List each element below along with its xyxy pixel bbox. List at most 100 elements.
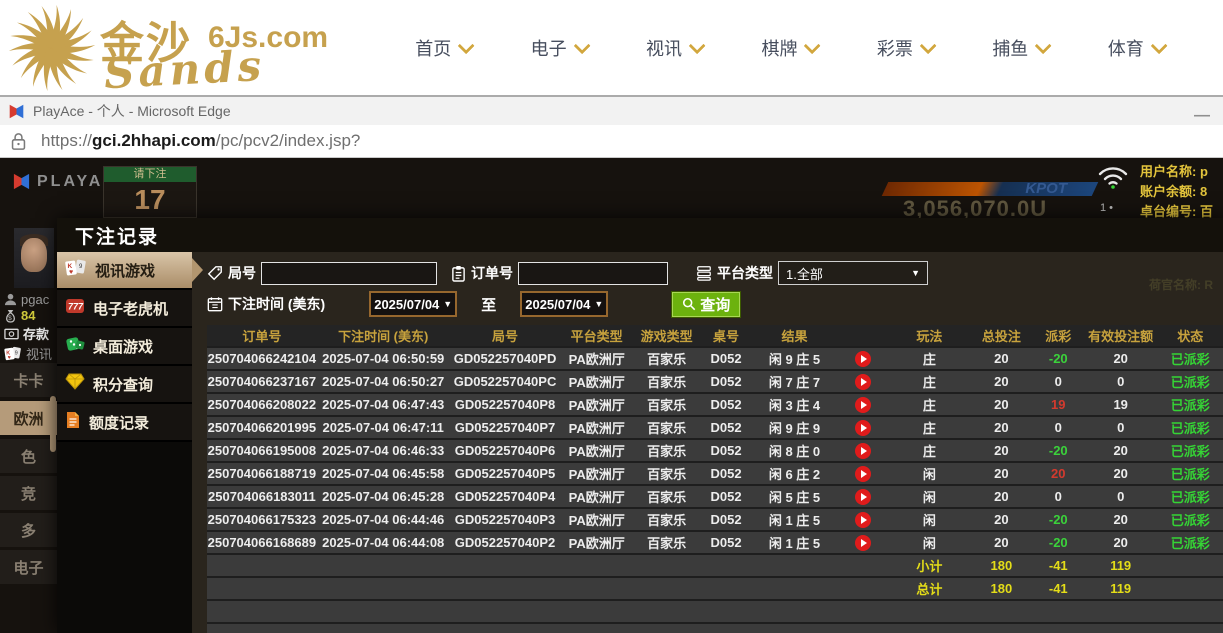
cell-table-no: D052: [700, 416, 751, 439]
col-header-10: 总投注: [970, 325, 1032, 347]
bet-time-label-wrap: 下注时间 (美东): [207, 294, 325, 314]
cell-round-no: GD052257040P5: [450, 462, 561, 485]
play-video-button[interactable]: [855, 443, 871, 459]
cell-valid-bet: 19: [1084, 393, 1158, 416]
sidebar-item-4[interactable]: 积分查询: [57, 366, 192, 404]
sidebar-item-1[interactable]: 9K♥视讯游戏: [57, 252, 192, 290]
banknote-icon: [4, 328, 19, 340]
cell-table-no: D052: [700, 439, 751, 462]
play-video-button[interactable]: [855, 466, 871, 482]
lobby-tab-6: 电子: [0, 550, 57, 584]
lock-icon: [10, 132, 27, 151]
search-button[interactable]: 查询: [672, 292, 740, 317]
order-no-input[interactable]: [518, 262, 668, 285]
bet-records-panel: 下注记录 9K♥视讯游戏777电子老虎机桌面游戏积分查询额度记录 荷官名称: R…: [57, 218, 1223, 633]
cell-game-type: 百家乐: [633, 347, 700, 370]
cell-bet-time: 2025-07-04 06:46:33: [317, 439, 450, 462]
sidebar-item-5[interactable]: 额度记录: [57, 404, 192, 442]
cell-table-no: D052: [700, 462, 751, 485]
subtotal-label: 小计: [889, 554, 971, 577]
lobby-left-menu: pgac $ 84 存款 9K♥ 视讯 卡卡欧洲色竞多电子: [0, 158, 57, 633]
cell-game-type: 百家乐: [633, 462, 700, 485]
table-row: 2507040662371672025-07-04 06:50:27GD0522…: [207, 370, 1223, 393]
dice-icon: [65, 335, 85, 358]
platform-type-select[interactable]: 1.全部 ▼: [778, 261, 928, 285]
svg-text:♥: ♥: [69, 269, 73, 276]
user-info: 用户名称: p账户余额: 8卓台编号: 百: [1140, 161, 1213, 220]
sidebar-item-label: 积分查询: [93, 374, 153, 395]
play-video-button[interactable]: [855, 397, 871, 413]
order-no-label-wrap: 订单号: [451, 263, 513, 283]
cell-bet-on: 庄: [889, 439, 971, 462]
edge-urlbar[interactable]: https://gci.2hhapi.com/pc/pcv2/index.jsp…: [0, 125, 1223, 158]
cell-valid-bet: 20: [1084, 439, 1158, 462]
cell-payout: -20: [1033, 508, 1084, 531]
cell-payout: -20: [1033, 347, 1084, 370]
col-header-3: 局号: [450, 325, 561, 347]
col-header-5: 游戏类型: [633, 325, 700, 347]
play-video-button[interactable]: [855, 351, 871, 367]
play-video-button[interactable]: [855, 374, 871, 390]
cell-status: 已派彩: [1157, 393, 1223, 416]
cell-game-type: 百家乐: [633, 485, 700, 508]
sidebar-item-3[interactable]: 桌面游戏: [57, 328, 192, 366]
cell-bet-time: 2025-07-04 06:50:59: [317, 347, 450, 370]
cell-video: [837, 347, 888, 370]
minimize-button[interactable]: —: [1189, 107, 1215, 125]
play-video-button[interactable]: [855, 420, 871, 436]
cell-total-bet: 20: [970, 393, 1032, 416]
cell-game-type: 百家乐: [633, 439, 700, 462]
cell-result: 闲 6 庄 2: [752, 462, 838, 485]
address-url[interactable]: https://gci.2hhapi.com/pc/pcv2/index.jsp…: [41, 131, 360, 151]
play-video-button[interactable]: [855, 489, 871, 505]
sidebar-item-2[interactable]: 777电子老虎机: [57, 290, 192, 328]
cards-icon: 9K♥: [65, 259, 87, 282]
sands-sun-icon: [6, 4, 98, 92]
col-header-1: 订单号: [207, 325, 317, 347]
nav-item-4[interactable]: 棋牌: [761, 35, 816, 61]
cell-order-no: 250704066237167: [207, 370, 317, 393]
logo-text: 金沙 6Js.com Sands: [100, 5, 325, 91]
sidebar-item-label: 额度记录: [89, 412, 149, 433]
cell-status: 已派彩: [1157, 347, 1223, 370]
nav-item-5[interactable]: 彩票: [877, 35, 932, 61]
round-no-input[interactable]: [261, 262, 437, 285]
cell-round-no: GD052257040P6: [450, 439, 561, 462]
panel-content: 荷官名称: R 局号 订单号: [192, 252, 1223, 633]
date-to-picker[interactable]: 2025/07/04▼: [520, 291, 608, 317]
cell-result: 闲 3 庄 4: [752, 393, 838, 416]
wifi-icon: [1096, 162, 1130, 190]
play-video-button[interactable]: [855, 512, 871, 528]
cell-video: [837, 393, 888, 416]
total-payout: -41: [1033, 577, 1084, 600]
nav-item-1[interactable]: 首页: [415, 35, 470, 61]
nav-item-2[interactable]: 电子: [531, 35, 586, 61]
filter-row-1: 局号 订单号: [207, 260, 1223, 286]
nav-item-6[interactable]: 捕鱼: [992, 35, 1047, 61]
cell-empty: [560, 554, 632, 577]
date-from-picker[interactable]: 2025/07/04▼: [369, 291, 457, 317]
sidebar-item-label: 电子老虎机: [93, 298, 168, 319]
cell-valid-bet: 20: [1084, 531, 1158, 554]
cell-video: [837, 531, 888, 554]
cell-valid-bet: 0: [1084, 416, 1158, 439]
cell-empty: [560, 577, 632, 600]
cell-bet-time: 2025-07-04 06:44:46: [317, 508, 450, 531]
sidebar-item-label: 桌面游戏: [93, 336, 153, 357]
clipboard-icon: [451, 265, 466, 282]
nav-item-7[interactable]: 体育: [1108, 35, 1163, 61]
cell-platform: PA欧洲厅: [560, 485, 632, 508]
col-header-7: 结果: [752, 325, 838, 347]
platform-type-label-wrap: 平台类型: [696, 263, 773, 283]
panel-sidebar: 9K♥视讯游戏777电子老虎机桌面游戏积分查询额度记录: [57, 252, 192, 633]
nav-label: 棋牌: [761, 35, 797, 61]
site-logo[interactable]: 金沙 6Js.com Sands: [0, 4, 325, 92]
cell-valid-bet: 20: [1084, 462, 1158, 485]
play-video-button[interactable]: [855, 535, 871, 551]
lobby-deposit-row: 存款: [4, 324, 49, 343]
edge-titlebar[interactable]: PlayAce - 个人 - Microsoft Edge —: [0, 95, 1223, 125]
cell-status: 已派彩: [1157, 439, 1223, 462]
nav-item-3[interactable]: 视讯: [646, 35, 701, 61]
cell-payout: 0: [1033, 416, 1084, 439]
cell-total-bet: 20: [970, 485, 1032, 508]
